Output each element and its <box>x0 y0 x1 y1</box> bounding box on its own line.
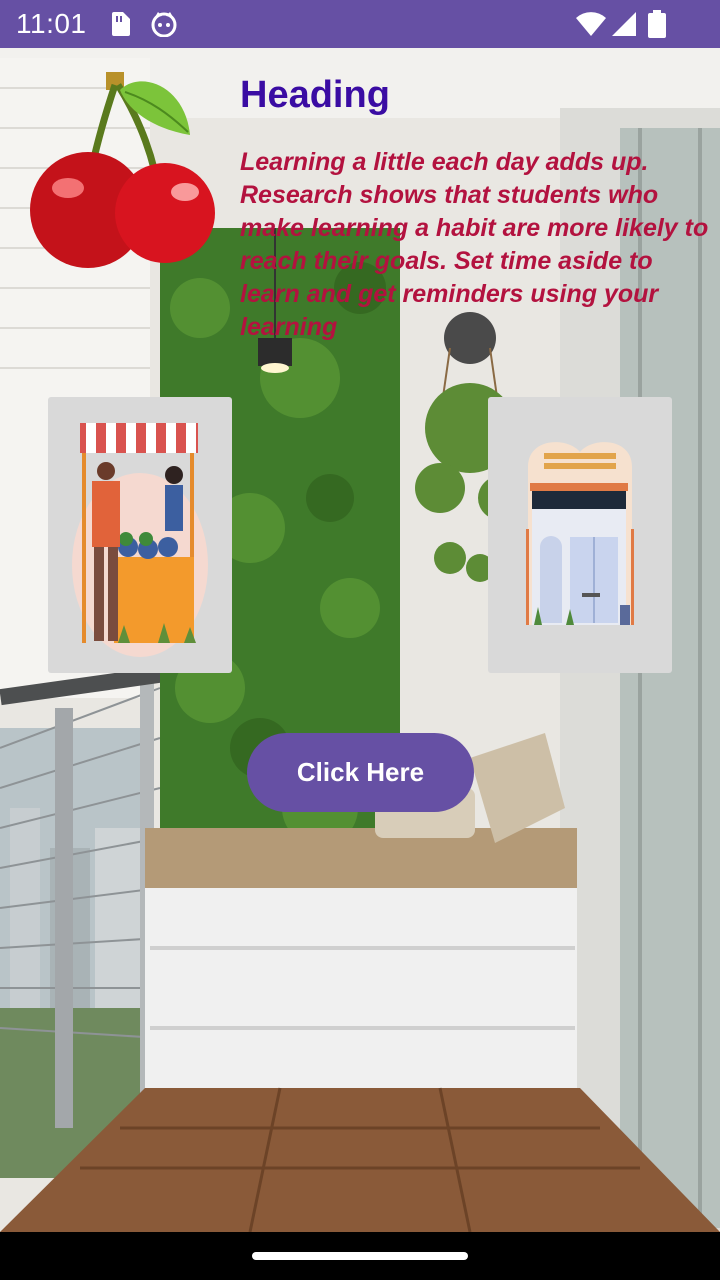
navigation-bar <box>0 1232 720 1280</box>
intro-paragraph: Learning a little each day adds up. Rese… <box>240 148 709 341</box>
status-bar: 11:01 <box>0 0 720 48</box>
sim-card-icon <box>110 12 130 41</box>
cafe-storefront-card <box>488 397 672 673</box>
signal-icon <box>612 12 636 41</box>
page-heading: Heading <box>240 74 390 116</box>
status-time: 11:01 <box>16 8 87 39</box>
battery-icon <box>648 10 666 43</box>
wifi-icon <box>576 12 606 41</box>
market-stall-illustration <box>72 423 208 657</box>
click-here-button[interactable]: Click Here <box>247 733 474 812</box>
cherries-icon <box>20 70 220 275</box>
market-stall-card <box>48 397 232 673</box>
cat-app-icon <box>150 11 178 42</box>
cafe-storefront-illustration <box>526 442 634 625</box>
home-gesture-handle[interactable] <box>252 1252 468 1260</box>
